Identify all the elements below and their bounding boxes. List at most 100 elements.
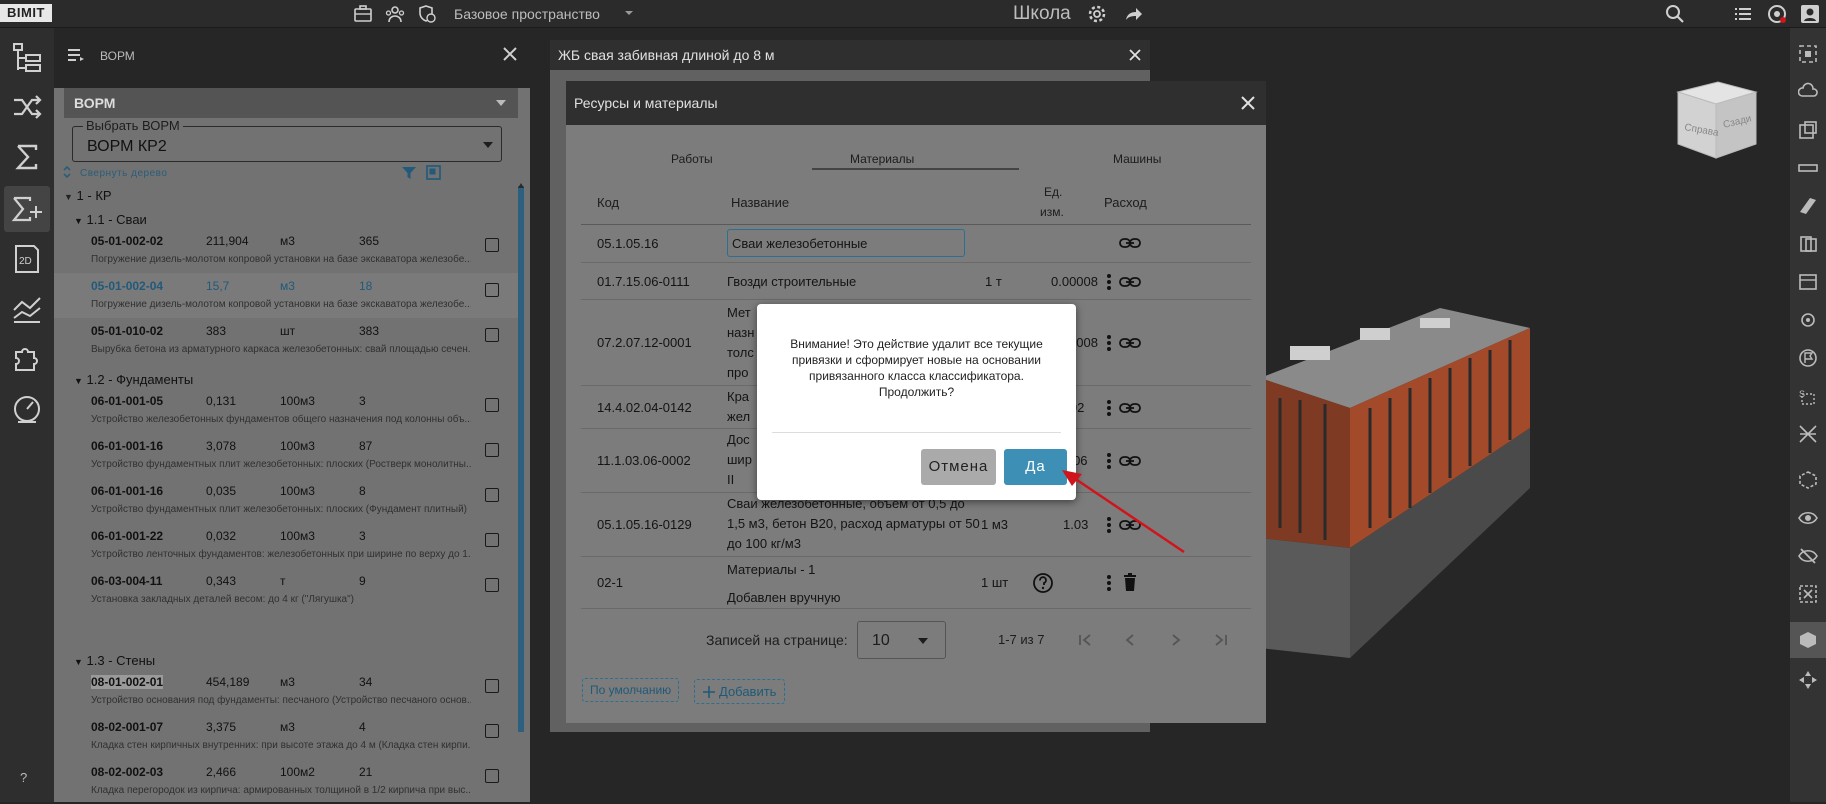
building-model[interactable] bbox=[1230, 288, 1650, 708]
target-icon[interactable] bbox=[1798, 310, 1818, 330]
name-input[interactable]: Сваи железобетонные bbox=[727, 229, 965, 257]
more-vertical-icon[interactable] bbox=[1107, 574, 1111, 592]
next-page-icon[interactable] bbox=[1170, 633, 1182, 647]
cancel-button[interactable]: Отмена bbox=[921, 449, 996, 485]
tree-root[interactable]: ▼ 1 - КР bbox=[64, 188, 112, 203]
row-action-icon[interactable] bbox=[485, 769, 499, 783]
column-unit-1[interactable]: Ед. bbox=[1044, 185, 1062, 199]
tree-row[interactable]: 06-01-001-22 0,032 100м3 3 Устройство ле… bbox=[54, 523, 518, 568]
help-circle-icon[interactable] bbox=[1032, 572, 1054, 594]
clear-selection-icon[interactable] bbox=[1798, 584, 1818, 604]
row-action-icon[interactable] bbox=[485, 488, 499, 502]
sigma-icon[interactable] bbox=[4, 134, 50, 180]
cube-outline-icon[interactable] bbox=[1798, 470, 1818, 490]
users-icon[interactable] bbox=[384, 3, 406, 25]
gauge-icon[interactable] bbox=[4, 386, 50, 432]
link-icon[interactable] bbox=[1119, 455, 1141, 467]
table-row[interactable]: 01.7.15.06-0111 Гвозди строительные 1 т … bbox=[581, 263, 1251, 300]
row-action-icon[interactable] bbox=[485, 724, 499, 738]
cloud-upload-icon[interactable] bbox=[1798, 82, 1818, 102]
2d-view-icon[interactable]: 2D bbox=[4, 236, 50, 282]
list-icon[interactable] bbox=[1732, 3, 1754, 25]
tree-row[interactable]: 06-01-001-16 3,078 100м3 87 Устройство ф… bbox=[54, 433, 518, 478]
share-icon[interactable] bbox=[1122, 3, 1144, 25]
tab-machines[interactable]: Машины bbox=[1113, 152, 1161, 166]
add-button[interactable]: Добавить bbox=[694, 679, 786, 704]
workspace-name[interactable]: Базовое пространство bbox=[454, 6, 600, 22]
eye-off-icon[interactable] bbox=[1798, 546, 1818, 566]
tree-group-1-1[interactable]: ▼ 1.1 - Сваи bbox=[74, 212, 147, 227]
filter-icon[interactable] bbox=[402, 166, 416, 180]
snap-icon[interactable]: S bbox=[1798, 386, 1818, 406]
chevron-down-icon[interactable] bbox=[622, 6, 636, 20]
prev-page-icon[interactable] bbox=[1124, 633, 1136, 647]
plane-cut-icon[interactable] bbox=[1798, 196, 1818, 216]
tree-row[interactable]: 05-01-002-02 211,904 м3 365 Погружение д… bbox=[54, 228, 518, 273]
briefcase-icon[interactable] bbox=[352, 3, 374, 25]
vorm-select[interactable]: Выбрать ВОРМ ВОРМ КР2 bbox=[72, 118, 502, 162]
collapse-tree-button[interactable]: Свернуть дерево bbox=[80, 168, 167, 179]
view-cube[interactable]: Справа Сзади bbox=[1674, 78, 1760, 162]
layers-icon[interactable] bbox=[1798, 234, 1818, 254]
tree-row[interactable]: 08-02-001-07 3,375 м3 4 Кладка стен кирп… bbox=[54, 714, 518, 759]
puzzle-icon[interactable] bbox=[4, 336, 50, 382]
close-icon[interactable] bbox=[1240, 95, 1256, 111]
more-vertical-icon[interactable] bbox=[1107, 334, 1111, 352]
close-icon[interactable] bbox=[502, 46, 518, 62]
row-action-icon[interactable] bbox=[485, 238, 499, 252]
table-row[interactable]: 02-1 Материалы - 1 Добавлен вручную 1 шт bbox=[581, 557, 1251, 609]
row-action-icon[interactable] bbox=[485, 679, 499, 693]
tree-row-selected[interactable]: 05-01-002-04 15,7 м3 18 Погружение дизел… bbox=[54, 273, 518, 318]
link-icon[interactable] bbox=[1119, 337, 1141, 349]
link-icon[interactable] bbox=[1119, 402, 1141, 414]
row-action-icon[interactable] bbox=[485, 398, 499, 412]
row-action-icon[interactable] bbox=[485, 443, 499, 457]
eye-icon[interactable] bbox=[1798, 508, 1818, 528]
close-icon[interactable] bbox=[1128, 48, 1142, 62]
ruler-icon[interactable] bbox=[1798, 158, 1818, 178]
column-name[interactable]: Название bbox=[731, 195, 789, 210]
gear-icon[interactable] bbox=[1086, 3, 1108, 25]
column-unit-2[interactable]: изм. bbox=[1040, 205, 1064, 219]
ghost-mode-button[interactable] bbox=[1790, 622, 1826, 658]
tab-materials[interactable]: Материалы bbox=[850, 152, 914, 166]
column-rate[interactable]: Расход bbox=[1104, 195, 1147, 210]
trash-icon[interactable] bbox=[1123, 573, 1137, 591]
help-icon[interactable]: ? bbox=[20, 770, 27, 785]
section-box-icon[interactable] bbox=[1798, 120, 1818, 140]
flag-icon[interactable] bbox=[1798, 348, 1818, 368]
tree-row[interactable]: 08-01-002-01 454,189 м3 34 Устройство ос… bbox=[54, 669, 518, 714]
vorm-section-header[interactable]: ВОРМ bbox=[64, 88, 518, 118]
tree-group-1-3[interactable]: ▼ 1.3 - Стены bbox=[74, 653, 155, 668]
default-button[interactable]: По умолчанию bbox=[582, 678, 680, 702]
link-icon[interactable] bbox=[1119, 237, 1141, 249]
tree-row[interactable]: 06-01-001-16 0,035 100м3 8 Устройство фу… bbox=[54, 478, 518, 523]
search-icon[interactable] bbox=[1664, 3, 1686, 25]
tree-row[interactable]: 06-01-001-05 0,131 100м3 3 Устройство же… bbox=[54, 388, 518, 433]
focus-icon[interactable] bbox=[1798, 44, 1818, 64]
tree-structure-icon[interactable] bbox=[4, 34, 50, 80]
more-vertical-icon[interactable] bbox=[1107, 399, 1111, 417]
fullscreen-icon[interactable] bbox=[426, 165, 441, 180]
shuffle-icon[interactable] bbox=[4, 84, 50, 130]
chart-lines-icon[interactable] bbox=[4, 286, 50, 332]
more-vertical-icon[interactable] bbox=[1107, 273, 1111, 291]
column-code[interactable]: Код bbox=[597, 195, 619, 210]
row-action-icon[interactable] bbox=[485, 283, 499, 297]
rows-per-page-select[interactable]: 10 bbox=[857, 621, 946, 659]
scroll-up-icon[interactable] bbox=[518, 182, 524, 188]
link-icon[interactable] bbox=[1119, 276, 1141, 288]
first-page-icon[interactable] bbox=[1078, 633, 1094, 647]
tree-group-1-2[interactable]: ▼ 1.2 - Фундаменты bbox=[74, 372, 193, 387]
notifications-icon[interactable] bbox=[1766, 3, 1788, 25]
tree-row[interactable]: 08-02-002-03 2,466 100м2 21 Кладка перег… bbox=[54, 759, 518, 804]
menu-list-icon[interactable] bbox=[68, 48, 84, 62]
cross-section-icon[interactable] bbox=[1798, 424, 1818, 444]
tab-works[interactable]: Работы bbox=[671, 152, 713, 166]
scrollbar-track[interactable] bbox=[518, 186, 524, 732]
sigma-plus-icon[interactable] bbox=[4, 186, 50, 232]
table-row[interactable]: 05.1.05.16 Сваи железобетонные bbox=[581, 224, 1251, 263]
last-page-icon[interactable] bbox=[1212, 633, 1228, 647]
expand-collapse-icon[interactable] bbox=[62, 164, 72, 180]
navigation-icon[interactable] bbox=[1798, 670, 1818, 690]
